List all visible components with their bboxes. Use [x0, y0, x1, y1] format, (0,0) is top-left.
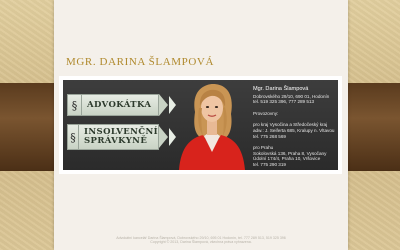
paragraph-icon: § — [68, 95, 82, 115]
menu-item-insolvencni-spravkyne[interactable]: § INSOLVENČNÍ SPRÁVKYNĚ — [67, 124, 159, 150]
banner-panel: § ADVOKÁTKA § INSOLVENČNÍ SPRÁVKYNĚ Mgr.… — [63, 80, 338, 170]
menu-item-label: ADVOKÁTKA — [87, 99, 152, 110]
site-title: MGR. DARINA ŠLAMPOVÁ — [66, 56, 214, 68]
office-line: adw.: J. Seiferta 685, Kralupy n. Vltavo… — [253, 127, 335, 133]
arrow-right-icon — [159, 94, 168, 116]
paragraph-icon: § — [68, 125, 79, 149]
banner-band-right — [348, 83, 400, 171]
footer-line: Copyright © 2013, Darina Šlampová, všech… — [150, 240, 252, 245]
banner: § ADVOKÁTKA § INSOLVENČNÍ SPRÁVKYNĚ Mgr.… — [59, 76, 342, 174]
office-line: tel. 775 290 319 — [253, 161, 286, 167]
menu-item-label: INSOLVENČNÍ SPRÁVKYNĚ — [83, 127, 158, 146]
arrow-right-icon — [159, 126, 168, 148]
portrait-photo — [179, 84, 245, 170]
banner-band-left — [0, 83, 54, 171]
menu-item-advokatka[interactable]: § ADVOKÁTKA — [67, 94, 159, 116]
contact-name: Mgr. Darina Šlampová — [253, 86, 309, 92]
contact-info: Mgr. Darina Šlampová Dobrovského 29/10, … — [253, 86, 335, 168]
footer: Advokátní kancelář Darina Šlampová, Dobr… — [66, 236, 336, 245]
